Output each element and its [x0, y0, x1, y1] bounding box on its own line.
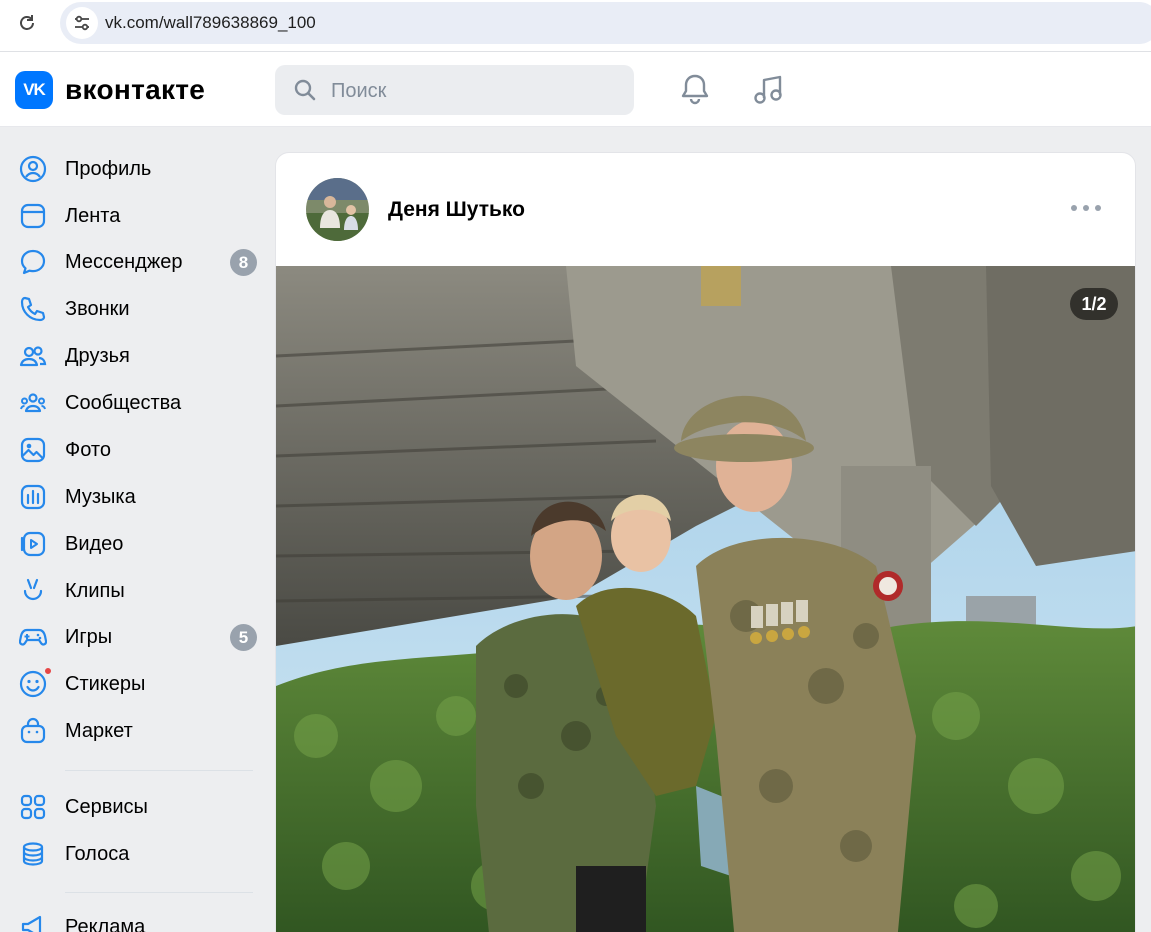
votes-icon: [22, 842, 44, 866]
video-icon: [20, 531, 46, 557]
sidebar-item-games[interactable]: Игры 5: [8, 615, 263, 659]
sidebar-item-friends[interactable]: Друзья: [8, 334, 263, 378]
avatar[interactable]: [306, 178, 369, 241]
new-stickers-dot: [43, 666, 53, 676]
sidebar-item-label: Сервисы: [65, 796, 148, 818]
sidebar-item-label: Фото: [65, 439, 111, 461]
market-icon: [20, 717, 46, 744]
more-dot: [1083, 205, 1089, 211]
site-info-icon[interactable]: [66, 7, 98, 39]
vk-logo[interactable]: VK вконтакте: [15, 71, 205, 109]
post-photo[interactable]: [276, 266, 1135, 932]
sidebar-divider: [65, 892, 253, 893]
more-dot: [1095, 205, 1101, 211]
browser-toolbar: vk.com/wall789638869_100: [0, 0, 1151, 52]
sidebar-item-profile[interactable]: Профиль: [8, 147, 263, 191]
sidebar-item-label: Игры: [65, 626, 113, 648]
friends-icon: [19, 346, 47, 367]
sidebar-item-clips[interactable]: Клипы: [8, 569, 263, 613]
logo-text: вконтакте: [65, 74, 206, 105]
sidebar-item-feed[interactable]: Лента: [8, 194, 263, 238]
sidebar-item-label: Музыка: [65, 486, 136, 508]
sidebar-item-video[interactable]: Видео: [8, 522, 263, 566]
stickers-icon: [19, 670, 47, 698]
sidebar-item-ads[interactable]: Реклама: [8, 905, 263, 932]
sidebar-item-label: Сообщества: [65, 392, 182, 414]
sidebar-divider: [65, 770, 253, 771]
bell-icon[interactable]: [678, 72, 712, 106]
search-placeholder: Поиск: [331, 80, 387, 102]
sidebar-item-photo[interactable]: Фото: [8, 428, 263, 472]
unread-counter-badge: 8: [230, 249, 257, 276]
sidebar-item-communities[interactable]: Сообщества: [8, 381, 263, 425]
sidebar-item-votes[interactable]: Голоса: [8, 832, 263, 876]
site-header: VK вконтакте Поиск: [0, 52, 1151, 127]
sidebar-item-label: Звонки: [65, 298, 130, 320]
games-icon: [19, 628, 47, 646]
sidebar-item-music[interactable]: Музыка: [8, 475, 263, 519]
url-text[interactable]: vk.com/wall789638869_100: [105, 13, 316, 33]
vk-logo-icon: VK: [15, 71, 53, 109]
sidebar-item-label: Друзья: [65, 345, 130, 367]
more-dot: [1071, 205, 1077, 211]
clips-icon: [23, 578, 43, 601]
messenger-icon: [20, 249, 46, 275]
sidebar-item-stickers[interactable]: Стикеры: [8, 662, 263, 706]
search-input[interactable]: Поиск: [275, 65, 634, 115]
sidebar-item-label: Реклама: [65, 916, 146, 932]
music-icon[interactable]: [751, 72, 785, 106]
reload-icon[interactable]: [14, 10, 40, 36]
services-icon: [20, 794, 46, 820]
profile-icon: [19, 155, 47, 183]
wall-post: Деня Шутько 1/2: [275, 152, 1136, 932]
more-options-icon[interactable]: [1071, 198, 1101, 218]
sidebar-item-label: Маркет: [65, 720, 133, 742]
sidebar-item-label: Лента: [65, 205, 121, 227]
photo-icon: [20, 437, 46, 463]
sidebar-item-label: Мессенджер: [65, 251, 183, 273]
sidebar-item-services[interactable]: Сервисы: [8, 785, 263, 829]
post-author-name[interactable]: Деня Шутько: [388, 198, 525, 222]
sidebar-item-label: Видео: [65, 533, 124, 555]
address-bar[interactable]: vk.com/wall789638869_100: [60, 2, 1151, 44]
photo-counter-badge: 1/2: [1070, 288, 1118, 320]
ads-icon: [21, 915, 42, 932]
music-icon: [20, 484, 46, 510]
phone-icon: [20, 296, 46, 322]
feed-icon: [20, 203, 46, 229]
sidebar-item-label: Клипы: [65, 580, 125, 602]
search-icon: [294, 79, 316, 101]
games-counter-badge: 5: [230, 624, 257, 651]
sidebar-item-label: Голоса: [65, 843, 130, 865]
sidebar-item-label: Стикеры: [65, 673, 146, 695]
communities-icon: [20, 393, 46, 413]
sidebar-item-label: Профиль: [65, 158, 152, 180]
left-sidebar: Профиль Лента Мессенджер 8 Звонки Друзья…: [0, 127, 265, 932]
sidebar-item-market[interactable]: Маркет: [8, 709, 263, 753]
sidebar-item-messenger[interactable]: Мессенджер 8: [8, 240, 263, 284]
sidebar-item-calls[interactable]: Звонки: [8, 287, 263, 331]
